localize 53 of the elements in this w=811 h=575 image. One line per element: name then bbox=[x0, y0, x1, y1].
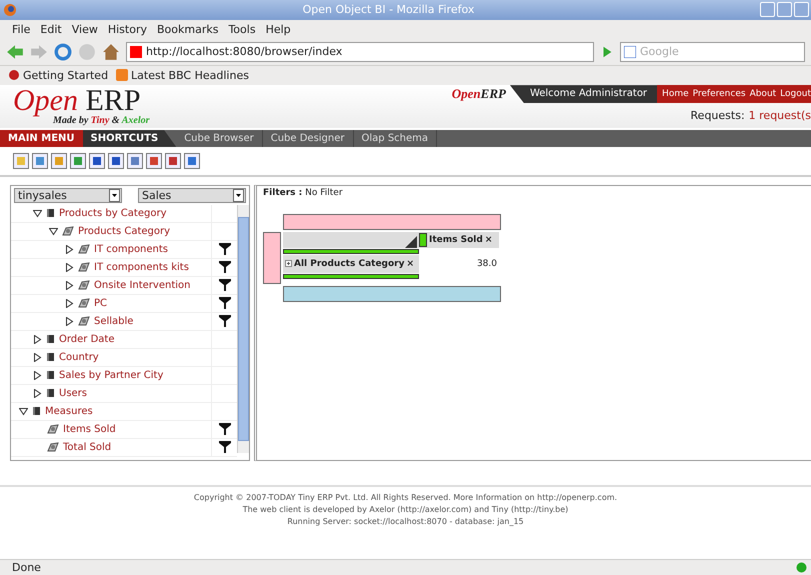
nav-tab[interactable]: Cube Designer bbox=[262, 130, 354, 147]
tree-item[interactable]: Items Sold bbox=[63, 424, 116, 435]
footer-link[interactable]: http://axelor.com bbox=[400, 504, 468, 514]
menu-item[interactable]: Help bbox=[266, 22, 291, 36]
bookmark-link[interactable]: Latest BBC Headlines bbox=[116, 68, 249, 82]
value-cell-text: 38.0 bbox=[476, 258, 498, 271]
nav-tab[interactable]: MAIN MENU bbox=[0, 130, 83, 147]
tree-item[interactable]: Country bbox=[59, 352, 99, 363]
requests-link[interactable]: 1 request(s bbox=[748, 109, 811, 122]
nav-tab[interactable]: Cube Browser bbox=[176, 130, 263, 147]
header-link[interactable]: Logout bbox=[780, 89, 811, 100]
requests-label: Requests: bbox=[690, 109, 745, 122]
tree-item[interactable]: Measures bbox=[45, 406, 93, 417]
welcome-label: Welcome Administrator bbox=[510, 85, 658, 104]
header-link[interactable]: Home bbox=[662, 89, 689, 100]
tree-item[interactable]: Sellable bbox=[94, 316, 134, 327]
tree-item[interactable]: Products by Category bbox=[59, 208, 166, 219]
tree-item[interactable]: IT components kits bbox=[94, 262, 189, 273]
tree-item[interactable]: Sales by Partner City bbox=[59, 370, 164, 381]
measure-header[interactable]: Items Sold × bbox=[419, 232, 499, 248]
header-link[interactable]: About bbox=[750, 89, 776, 100]
header-link[interactable]: Preferences bbox=[692, 89, 746, 100]
menu-item[interactable]: File bbox=[12, 22, 30, 36]
nav-tab[interactable]: SHORTCUTS bbox=[82, 130, 176, 147]
tree-item[interactable]: Total Sold bbox=[63, 442, 112, 453]
footer-link[interactable]: http://tiny.be bbox=[514, 504, 566, 514]
filters-label: Filters : No Filter bbox=[263, 188, 344, 198]
tree-item[interactable]: PC bbox=[94, 298, 108, 309]
tree-item[interactable]: IT components bbox=[94, 244, 168, 255]
footer-text: Copyright © 2007-TODAY Tiny ERP Pvt. Ltd. All Rights Reserved. More Information on http://openerp.com. bbox=[194, 492, 618, 502]
menu-item[interactable]: Edit bbox=[40, 22, 62, 36]
menu-item[interactable]: Bookmarks bbox=[156, 22, 218, 36]
footer-text: The web client is developed by Axelor (http://axelor.com) and Tiny (http://tiny.be) bbox=[242, 504, 568, 514]
row-header[interactable]: All Products Category × bbox=[283, 254, 419, 273]
tree-item[interactable]: Products Category bbox=[78, 226, 170, 237]
menu-item[interactable]: Tools bbox=[228, 22, 256, 36]
footer-text: Running Server: socket://localhost:8070 - database: jan_15 bbox=[287, 516, 524, 526]
tree-item[interactable]: Users bbox=[59, 388, 88, 399]
status-text: Done bbox=[12, 561, 41, 574]
url-field[interactable]: http://localhost:8080/browser/index bbox=[126, 42, 594, 62]
footer-link[interactable]: http://openerp.com bbox=[537, 492, 615, 502]
logo: Open ERP bbox=[13, 87, 141, 116]
tree-item[interactable]: Onsite Intervention bbox=[94, 280, 190, 291]
menu-item[interactable]: View bbox=[72, 22, 98, 36]
tree-item[interactable]: Order Date bbox=[59, 334, 114, 345]
nav-tab[interactable]: Olap Schema bbox=[354, 130, 438, 147]
window-title: Open Object BI - Mozilla Firefox bbox=[302, 3, 476, 16]
bookmark-link[interactable]: Getting Started bbox=[8, 68, 108, 82]
small-logo: OpenERP bbox=[452, 86, 506, 102]
menu-item[interactable]: History bbox=[108, 22, 147, 36]
dropdown[interactable]: Sales bbox=[138, 188, 246, 203]
logo-tagline: Made by Tiny & Axelor bbox=[53, 115, 150, 126]
dropdown[interactable]: tinysales bbox=[14, 188, 122, 203]
